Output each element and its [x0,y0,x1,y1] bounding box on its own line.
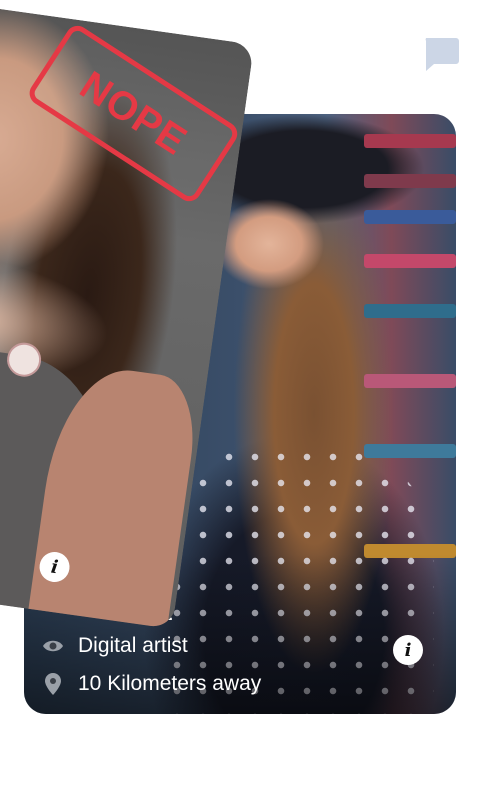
chat-bubble-icon [425,38,459,71]
chat-button[interactable] [422,36,460,72]
bookshelf-decoration [364,174,456,188]
bookshelf-decoration [364,444,456,458]
info-button[interactable]: i [393,635,423,665]
bookshelf-decoration [364,134,456,148]
bookshelf-decoration [364,374,456,388]
eye-icon [42,635,64,657]
info-icon: i [404,639,412,661]
location-pin-icon [42,673,64,695]
distance-row: 10 Kilometers away [42,672,261,696]
bookshelf-decoration [364,254,456,268]
info-icon: i [49,556,60,578]
distance-text: 10 Kilometers away [78,672,262,695]
nope-stamp: NOPE [25,21,242,206]
bookshelf-decoration [364,210,456,224]
occupation-text: Digital artist [78,634,188,657]
occupation-row: Digital artist [42,634,188,658]
bookshelf-decoration [364,304,456,318]
